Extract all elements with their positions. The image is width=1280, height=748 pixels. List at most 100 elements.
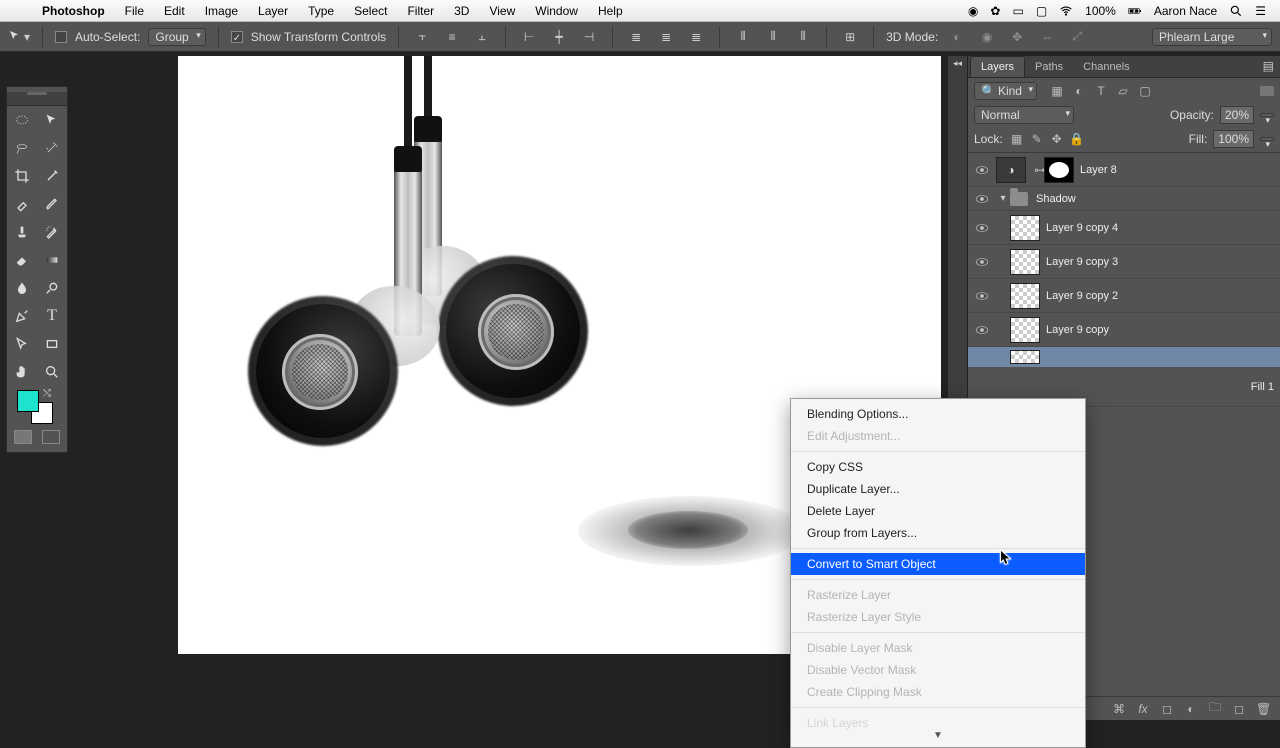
filter-adjust-icon[interactable]: ◐ xyxy=(1071,83,1087,99)
align-vcenter-icon[interactable]: ≡ xyxy=(441,26,463,48)
shape-tool-icon[interactable] xyxy=(37,330,67,358)
swap-colors-icon[interactable]: ⤭ xyxy=(43,388,51,399)
context-menu-item[interactable]: Convert to Smart Object xyxy=(791,553,1085,575)
new-layer-icon[interactable]: ◻ xyxy=(1232,702,1246,716)
opacity-flyout[interactable] xyxy=(1260,113,1274,117)
align-right-icon[interactable]: ⊣ xyxy=(578,26,600,48)
dodge-tool-icon[interactable] xyxy=(37,274,67,302)
lock-pixels-icon[interactable]: ✎ xyxy=(1029,131,1045,147)
context-menu-item[interactable]: Group from Layers... xyxy=(791,522,1085,544)
crop-tool-icon[interactable] xyxy=(7,162,37,190)
menu-layer[interactable]: Layer xyxy=(248,4,298,18)
spotlight-icon[interactable] xyxy=(1223,4,1249,18)
menu-window[interactable]: Window xyxy=(525,4,588,18)
filter-shape-icon[interactable]: ▱ xyxy=(1115,83,1131,99)
layer-row[interactable]: Layer 9 copy xyxy=(968,313,1280,347)
gradient-tool-icon[interactable] xyxy=(37,246,67,274)
visibility-toggle[interactable] xyxy=(968,222,996,234)
brush-tool-icon[interactable] xyxy=(37,190,67,218)
color-swatches[interactable]: ⤭ xyxy=(7,386,67,426)
distribute-bottom-icon[interactable]: ≣ xyxy=(685,26,707,48)
menu-image[interactable]: Image xyxy=(195,4,248,18)
hand-tool-icon[interactable] xyxy=(7,358,37,386)
add-mask-icon[interactable]: ◻ xyxy=(1160,702,1174,716)
layer-name[interactable]: Shadow xyxy=(1036,193,1076,205)
menu-help[interactable]: Help xyxy=(588,4,633,18)
filter-type-icon[interactable]: T xyxy=(1093,83,1109,99)
lock-all-icon[interactable]: 🔒 xyxy=(1069,131,1085,147)
layer-name[interactable]: Layer 9 copy 2 xyxy=(1046,290,1118,302)
adjustment-thumb[interactable]: ◑ xyxy=(996,157,1026,183)
distribute-top-icon[interactable]: ≣ xyxy=(625,26,647,48)
layer-row[interactable] xyxy=(968,347,1280,367)
menu-select[interactable]: Select xyxy=(344,4,397,18)
distribute-right-icon[interactable]: ⫴ xyxy=(792,26,814,48)
layer-thumb[interactable] xyxy=(1010,249,1040,275)
filter-kind-dropdown[interactable]: 🔍Kind xyxy=(974,82,1037,100)
menu-file[interactable]: File xyxy=(115,4,154,18)
airplay-icon[interactable]: ▢ xyxy=(1030,4,1053,18)
evernote-icon[interactable]: ✿ xyxy=(984,4,1006,18)
menu-type[interactable]: Type xyxy=(298,4,344,18)
group-disclosure-icon[interactable]: ▾ xyxy=(996,193,1010,204)
tools-panel-header[interactable] xyxy=(7,92,67,106)
align-left-icon[interactable]: ⊢ xyxy=(518,26,540,48)
layer-thumb[interactable] xyxy=(1010,317,1040,343)
align-bottom-icon[interactable]: ⫠ xyxy=(471,26,493,48)
layer-name[interactable]: Layer 9 copy xyxy=(1046,324,1109,336)
move-tool-icon[interactable] xyxy=(37,106,67,134)
layer-thumb[interactable] xyxy=(1010,215,1040,241)
display-icon[interactable]: ▭ xyxy=(1006,4,1029,18)
layer-row[interactable]: ◑ ⊶ Layer 8 xyxy=(968,153,1280,187)
visibility-toggle[interactable] xyxy=(968,164,996,176)
align-hcenter-icon[interactable]: ┿ xyxy=(548,26,570,48)
menu-view[interactable]: View xyxy=(479,4,525,18)
visibility-toggle[interactable] xyxy=(968,256,996,268)
layer-row[interactable]: Layer 9 copy 4 xyxy=(968,211,1280,245)
layer-name[interactable]: Layer 9 copy 4 xyxy=(1046,222,1118,234)
filter-smart-icon[interactable]: ▢ xyxy=(1137,83,1153,99)
layer-row[interactable]: Layer 9 copy 3 xyxy=(968,245,1280,279)
menu-3d[interactable]: 3D xyxy=(444,4,479,18)
history-brush-tool-icon[interactable] xyxy=(37,218,67,246)
3d-roll-icon[interactable]: ◉ xyxy=(976,26,998,48)
workspace-dropdown[interactable]: Phlearn Large xyxy=(1152,28,1272,46)
magic-wand-tool-icon[interactable] xyxy=(37,134,67,162)
blend-mode-dropdown[interactable]: Normal xyxy=(974,106,1074,124)
fill-input[interactable]: 100% xyxy=(1213,130,1254,148)
fill-flyout[interactable] xyxy=(1260,137,1274,141)
zoom-tool-icon[interactable] xyxy=(37,358,67,386)
lock-transparency-icon[interactable]: ▦ xyxy=(1009,131,1025,147)
tab-paths[interactable]: Paths xyxy=(1025,57,1073,77)
lasso-tool-icon[interactable] xyxy=(7,134,37,162)
layer-thumb[interactable] xyxy=(1010,283,1040,309)
distribute-vcenter-icon[interactable]: ≣ xyxy=(655,26,677,48)
notification-center-icon[interactable]: ☰ xyxy=(1249,4,1272,18)
filter-toggle[interactable] xyxy=(1260,86,1274,96)
type-tool-icon[interactable]: T xyxy=(37,302,67,330)
delete-layer-icon[interactable]: 🗑 xyxy=(1256,702,1270,716)
visibility-toggle[interactable] xyxy=(968,193,996,205)
show-transform-checkbox[interactable] xyxy=(231,31,243,43)
layer-name[interactable]: Layer 9 copy 3 xyxy=(1046,256,1118,268)
tab-channels[interactable]: Channels xyxy=(1073,57,1139,77)
context-menu-item[interactable]: Delete Layer xyxy=(791,500,1085,522)
auto-align-icon[interactable]: ⊞ xyxy=(839,26,861,48)
battery-icon[interactable] xyxy=(1122,4,1148,18)
align-top-icon[interactable]: ⫟ xyxy=(411,26,433,48)
marquee-tool-icon[interactable] xyxy=(7,106,37,134)
3d-orbit-icon[interactable]: ◐ xyxy=(946,26,968,48)
visibility-toggle[interactable] xyxy=(968,324,996,336)
distribute-left-icon[interactable]: ⫴ xyxy=(732,26,754,48)
quickmask-mode-icon[interactable] xyxy=(42,430,60,444)
eraser-tool-icon[interactable] xyxy=(7,246,37,274)
mask-thumb[interactable] xyxy=(1044,157,1074,183)
layer-name[interactable]: Fill 1 xyxy=(1251,381,1274,393)
cc-status-icon[interactable]: ◉ xyxy=(962,4,984,18)
menu-filter[interactable]: Filter xyxy=(397,4,444,18)
context-menu-item[interactable]: Duplicate Layer... xyxy=(791,478,1085,500)
layer-row[interactable]: Layer 9 copy 2 xyxy=(968,279,1280,313)
link-layers-icon[interactable]: ⌘ xyxy=(1112,702,1126,716)
layer-name[interactable]: Layer 8 xyxy=(1080,164,1117,176)
visibility-toggle[interactable] xyxy=(968,290,996,302)
